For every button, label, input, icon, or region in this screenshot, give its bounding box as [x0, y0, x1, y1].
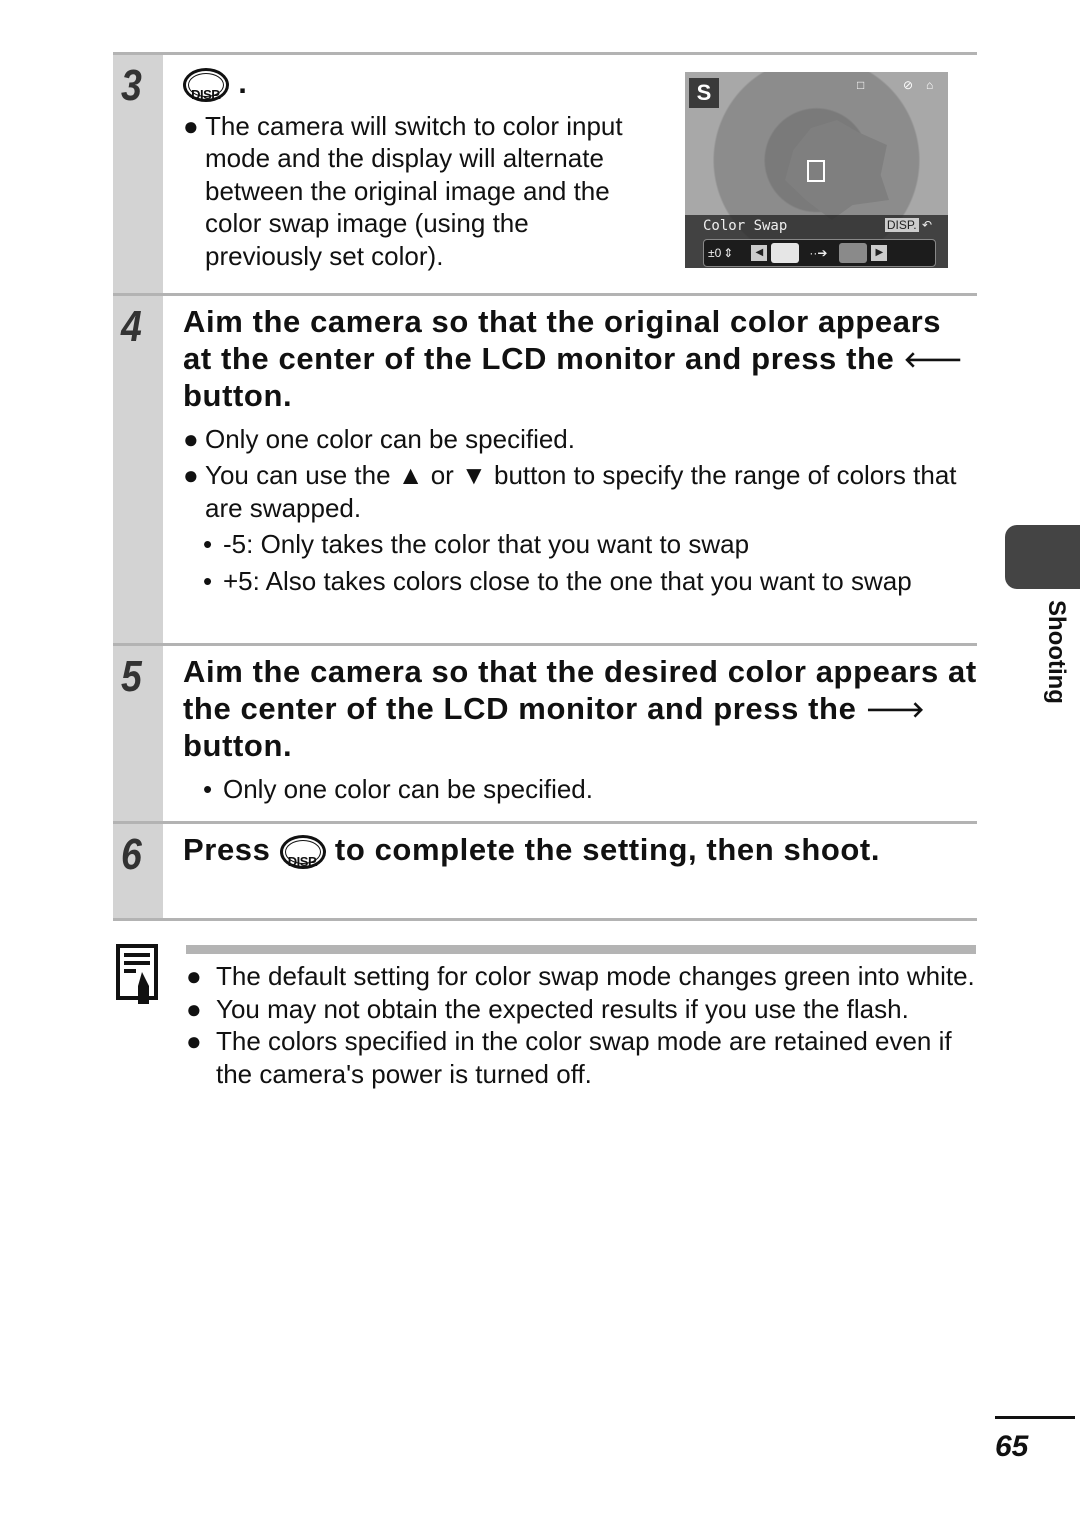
disp-return-indicator: DISP. ↶	[884, 218, 932, 232]
step-number: 3	[113, 55, 163, 293]
note-divider	[186, 945, 976, 954]
range-value: ±0	[708, 246, 722, 260]
step-3-bullet: ● The camera will switch to color input m…	[183, 110, 623, 271]
center-frame-icon	[807, 160, 825, 182]
flower-image	[785, 120, 889, 220]
memo-note-icon	[116, 944, 158, 1004]
frame-icon: □	[857, 78, 865, 92]
source-color-swatch	[771, 243, 800, 263]
chapter-tab	[1005, 525, 1080, 589]
up-down-icon: ⇕	[723, 246, 734, 260]
right-arrow-icon: 🡒	[865, 696, 926, 722]
list-item: ● You can use the ▲ or ▼ button to specif…	[183, 460, 957, 523]
note-item: ● The colors specified in the color swap …	[186, 1026, 952, 1089]
disp-button-icon: DISP.	[279, 834, 326, 869]
step-6: 6 Press DISP. to complete the setting, t…	[113, 821, 977, 921]
chapter-tab-label: Shooting	[1043, 600, 1070, 704]
step-4: 4 Aim the camera so that the original co…	[113, 293, 977, 643]
disp-button-icon: DISP.	[183, 67, 229, 102]
lcd-screen-illustration: S □ ⊘ ⌂ Color Swap DISP. ↶ ±0 ⇕ ◀ ··➔ ▶	[685, 72, 948, 268]
note-item: ● The default setting for color swap mode…	[186, 961, 975, 991]
sub-list-item: • +5: Also takes colors close to the one …	[203, 565, 912, 596]
lcd-title: Color Swap	[703, 218, 788, 234]
note-item: ● You may not obtain the expected results…	[186, 993, 909, 1024]
step-5-heading: Aim the camera so that the desired color…	[183, 654, 977, 763]
step-5: 5 Aim the camera so that the desired col…	[113, 643, 977, 821]
list-item: ● Only one color can be specified.	[183, 423, 575, 454]
left-triangle-icon: ◀	[751, 245, 768, 261]
page-rule	[995, 1416, 1075, 1419]
right-triangle-icon: ▶	[871, 245, 888, 261]
sub-list-item: • Only one color can be specified.	[203, 773, 593, 804]
target-color-swatch	[839, 243, 868, 263]
color-swap-controls: ±0 ⇕ ◀ ··➔ ▶	[703, 239, 936, 267]
page-number: 65	[995, 1430, 1029, 1463]
sub-list-item: • -5: Only takes the color that you want …	[203, 529, 750, 559]
step-4-heading: Aim the camera so that the original colo…	[183, 304, 964, 413]
step-6-heading: Press DISP. to complete the setting, the…	[183, 832, 881, 869]
left-arrow-icon: 🡐	[903, 346, 964, 372]
swap-arrow-icon: ··➔	[809, 246, 828, 260]
camera-shake-icon: ⌂	[926, 78, 934, 92]
color-swap-mode-icon: S	[689, 78, 719, 108]
notes-list: ● The default setting for color swap mode…	[186, 960, 976, 1090]
flash-off-icon: ⊘	[903, 78, 914, 92]
